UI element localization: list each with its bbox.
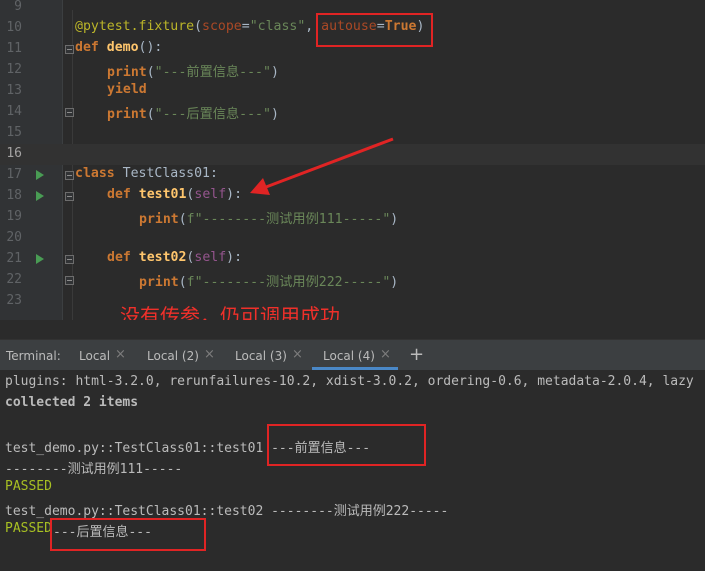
passed-status: PASSED [5,521,52,536]
close-icon[interactable]: × [115,347,126,362]
output-line: --------测试用例111----- [5,462,183,477]
tab-local-4[interactable]: Local (4) × [312,340,398,370]
annotation-arrow-icon [250,137,394,195]
add-tab-icon[interactable]: + [409,344,424,365]
output-line: collected 2 items [5,395,139,410]
annotation-box-setup [267,424,426,466]
code-editor[interactable]: 9 10 @pytest.fixture(scope="class", auto… [0,0,705,320]
annotation-box-teardown [50,518,206,551]
close-icon[interactable]: × [292,347,303,362]
tab-label: Local (4) [323,349,375,363]
terminal-output[interactable]: plugins: html-3.2.0, rerunfailures-10.2,… [0,370,705,571]
output-line: test_demo.py::TestClass01::test02 ------… [5,504,449,519]
terminal-label: Terminal: [6,349,61,363]
output-line: plugins: html-3.2.0, rerunfailures-10.2,… [5,374,694,389]
terminal-tab-bar: Terminal: Local × Local (2) × Local (3) … [0,339,705,371]
tab-local-2[interactable]: Local (2) × [147,340,219,370]
close-icon[interactable]: × [380,347,391,362]
annotation-text: 没有传参，仍可调用成功 [120,304,340,320]
tab-label: Local [79,349,111,363]
tab-label: Local (2) [147,349,199,363]
tab-local[interactable]: Local × [79,340,137,370]
passed-status: PASSED [5,479,52,494]
close-icon[interactable]: × [204,347,215,362]
tab-local-3[interactable]: Local (3) × [235,340,307,370]
tab-label: Local (3) [235,349,287,363]
panel-spacer [0,320,705,339]
